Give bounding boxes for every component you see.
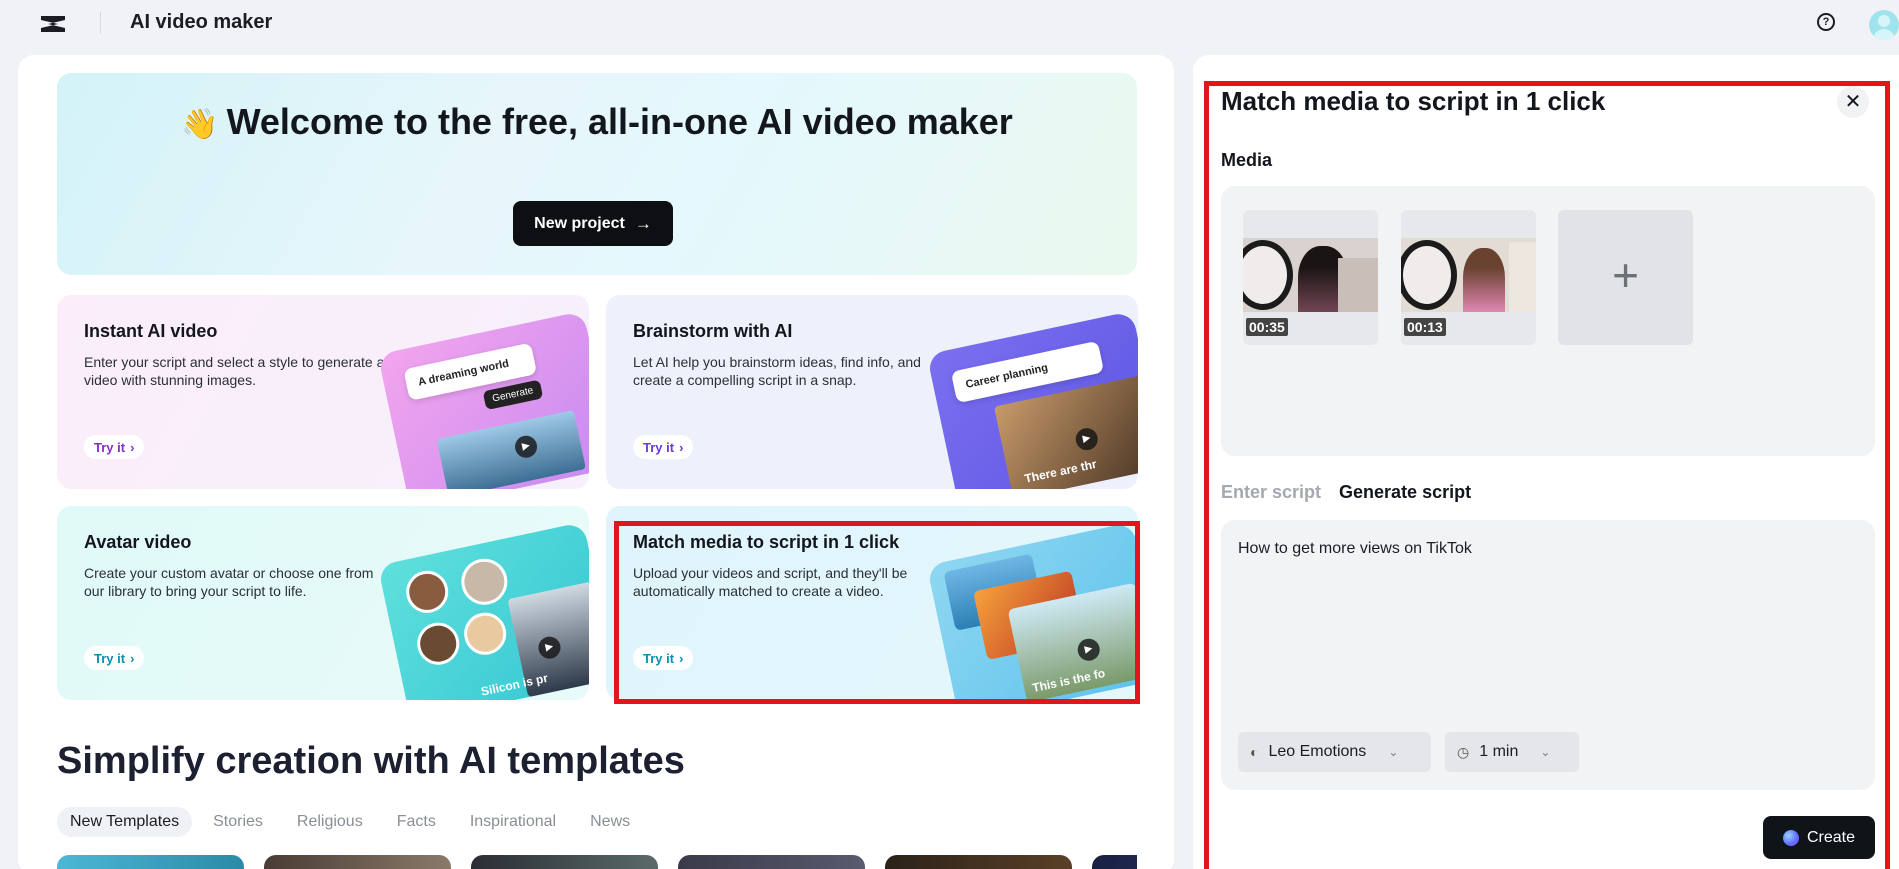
- try-it-button[interactable]: Try it ›: [633, 646, 694, 670]
- template-thumbnail[interactable]: [57, 855, 244, 869]
- template-thumbnails: [57, 855, 1137, 869]
- tab-generate-script[interactable]: Generate script: [1339, 482, 1471, 503]
- card-illustration: ▶ This is the fo: [926, 521, 1138, 700]
- welcome-title: 👋 Welcome to the free, all-in-one AI vide…: [57, 101, 1137, 145]
- welcome-title-text: Welcome to the free, all-in-one AI video…: [226, 101, 1013, 142]
- media-dropzone[interactable]: 00:35 00:13 +: [1221, 186, 1875, 456]
- card-description: Let AI help you brainstorm ideas, find i…: [633, 354, 921, 388]
- card-description: Upload your videos and script, and they'…: [633, 565, 908, 599]
- try-it-label: Try it: [94, 439, 126, 455]
- tab-new-templates[interactable]: New Templates: [57, 807, 193, 837]
- help-circle-icon[interactable]: ?: [1817, 13, 1835, 31]
- try-it-button[interactable]: Try it ›: [633, 435, 694, 459]
- waving-hand-icon: 👋: [181, 108, 219, 141]
- try-it-label: Try it: [643, 650, 675, 666]
- main-content: 👋 Welcome to the free, all-in-one AI vide…: [18, 55, 1174, 869]
- avatar-option: [460, 608, 511, 659]
- sparkle-orb-icon: [1782, 829, 1799, 846]
- chevron-right-icon: ›: [130, 650, 135, 666]
- chevron-right-icon: ›: [130, 439, 135, 455]
- chevron-down-icon: ⌄: [1388, 745, 1399, 759]
- chevron-right-icon: ›: [679, 439, 684, 455]
- arrow-right-icon: →: [634, 213, 652, 233]
- avatar-video-card[interactable]: Avatar video Create your custom avatar o…: [57, 506, 589, 700]
- template-thumbnail[interactable]: [471, 855, 658, 869]
- welcome-banner: 👋 Welcome to the free, all-in-one AI vide…: [57, 73, 1137, 275]
- script-input[interactable]: How to get more views on TikTok ◐ Leo Em…: [1221, 520, 1875, 790]
- media-thumbnail: [1401, 238, 1536, 312]
- try-it-button[interactable]: Try it ›: [84, 646, 145, 670]
- card-description: Create your custom avatar or choose one …: [84, 565, 374, 599]
- card-illustration: A dreaming world Generate ▶: [377, 310, 589, 489]
- template-thumbnail[interactable]: [678, 855, 865, 869]
- tab-facts[interactable]: Facts: [384, 807, 449, 837]
- chevron-down-icon: ⌄: [1540, 745, 1551, 759]
- capcut-logo-icon[interactable]: [38, 12, 68, 36]
- tab-stories[interactable]: Stories: [200, 807, 276, 837]
- card-title: Match media to script in 1 click: [633, 532, 900, 552]
- avatar-option: [402, 566, 453, 617]
- card-title: Brainstorm with AI: [633, 321, 793, 341]
- card-title: Instant AI video: [84, 321, 218, 341]
- template-tabs: New Templates Stories Religious Facts In…: [57, 807, 651, 837]
- duration-label: 00:13: [1404, 318, 1446, 336]
- instant-ai-video-card[interactable]: Instant AI video Enter your script and s…: [57, 295, 589, 489]
- avatar[interactable]: [1869, 10, 1899, 40]
- top-bar: AI video maker ?: [0, 0, 1899, 46]
- generate-chip: Generate: [482, 379, 544, 411]
- tab-inspirational[interactable]: Inspirational: [457, 807, 569, 837]
- tab-religious[interactable]: Religious: [284, 807, 376, 837]
- card-description: Enter your script and select a style to …: [84, 354, 385, 388]
- script-text[interactable]: How to get more views on TikTok: [1238, 540, 1472, 558]
- close-icon[interactable]: ✕: [1837, 86, 1869, 118]
- match-media-card[interactable]: Match media to script in 1 click Upload …: [606, 506, 1138, 700]
- try-it-button[interactable]: Try it ›: [84, 435, 145, 459]
- media-thumbnail: [1243, 238, 1378, 312]
- create-button[interactable]: Create: [1763, 816, 1875, 859]
- media-item[interactable]: 00:35: [1243, 210, 1378, 345]
- tab-enter-script[interactable]: Enter script: [1221, 482, 1321, 503]
- script-tabs: Enter script Generate script: [1221, 482, 1471, 503]
- new-project-button[interactable]: New project →: [513, 201, 673, 246]
- clock-icon: ◷: [1457, 743, 1470, 760]
- media-label: Media: [1221, 150, 1273, 170]
- try-it-label: Try it: [94, 650, 126, 666]
- new-project-label: New project: [534, 214, 625, 232]
- tab-news[interactable]: News: [577, 807, 643, 837]
- add-media-button[interactable]: +: [1558, 210, 1693, 345]
- landscape-image: [436, 410, 586, 489]
- avatar-option: [457, 554, 512, 610]
- panel-title: Match media to script in 1 click: [1221, 86, 1606, 116]
- divider: [100, 12, 101, 34]
- voice-select[interactable]: ◐ Leo Emotions ⌄: [1238, 732, 1431, 772]
- try-it-label: Try it: [643, 439, 675, 455]
- duration-label: 00:35: [1246, 318, 1288, 336]
- chevron-right-icon: ›: [679, 650, 684, 666]
- card-illustration: ▶ Silicon is pr: [377, 521, 589, 700]
- duration-value: 1 min: [1479, 743, 1519, 760]
- card-title: Avatar video: [84, 532, 192, 552]
- card-illustration: Career planning ▶ There are thr: [926, 310, 1138, 489]
- media-item[interactable]: 00:13: [1401, 210, 1536, 345]
- create-label: Create: [1806, 828, 1856, 846]
- voice-value: Leo Emotions: [1268, 743, 1367, 760]
- voice-icon: ◐: [1250, 744, 1259, 760]
- template-thumbnail[interactable]: [1092, 855, 1137, 869]
- avatar-option: [413, 618, 464, 669]
- template-thumbnail[interactable]: [885, 855, 1072, 869]
- brainstorm-with-ai-card[interactable]: Brainstorm with AI Let AI help you brain…: [606, 295, 1138, 489]
- templates-section-title: Simplify creation with AI templates: [57, 740, 685, 782]
- app-title: AI video maker: [130, 11, 273, 33]
- duration-select[interactable]: ◷ 1 min ⌄: [1445, 732, 1579, 772]
- template-thumbnail[interactable]: [264, 855, 451, 869]
